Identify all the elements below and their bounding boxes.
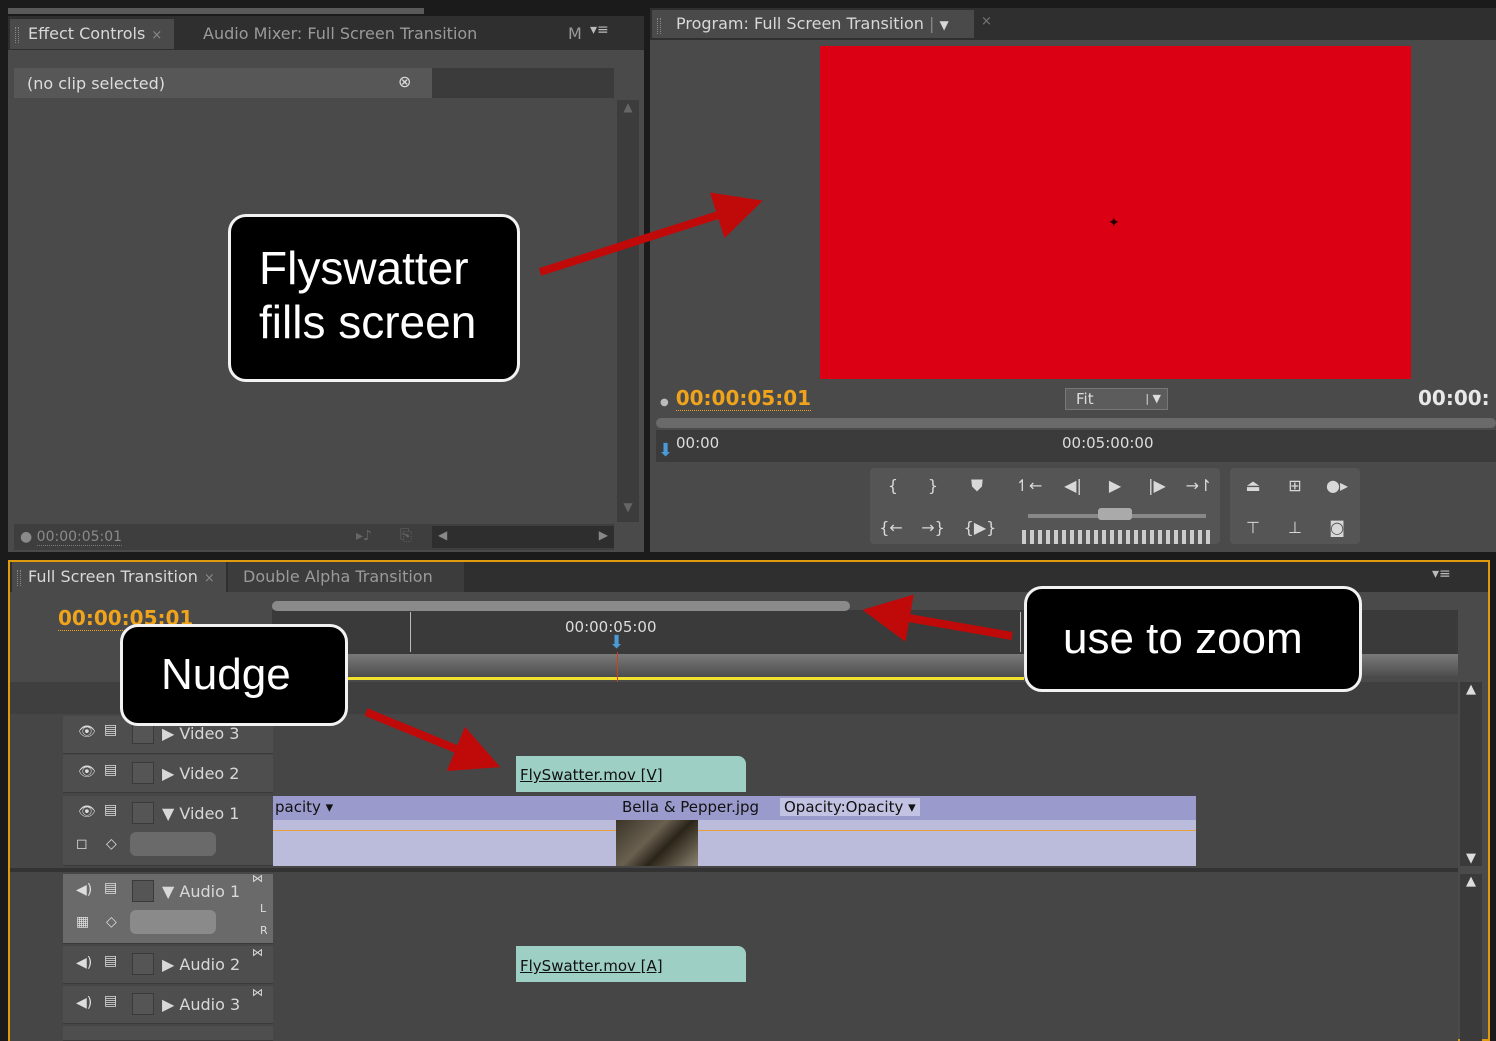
callout-flyswatter: Flyswatter fills screen	[228, 214, 520, 382]
callout-zoom: use to zoom	[1024, 586, 1362, 692]
arrow-to-clip	[364, 708, 501, 772]
annotation-arrows	[364, 192, 1013, 772]
callout-nudge: Nudge	[120, 624, 348, 726]
arrow-to-zoom-bar	[862, 594, 1013, 642]
arrow-to-preview	[538, 192, 763, 276]
